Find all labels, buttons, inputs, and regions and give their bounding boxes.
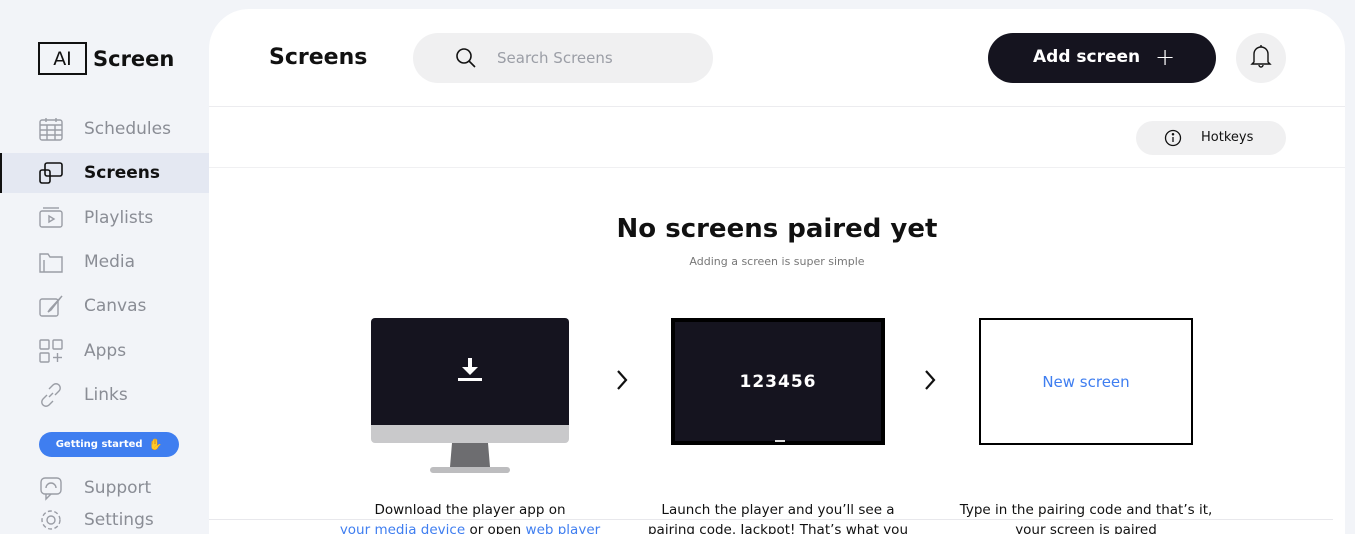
- playlist-icon: [38, 205, 64, 231]
- new-screen-label: New screen: [1042, 372, 1130, 391]
- step3-new-screen-illustration: New screen: [979, 318, 1193, 445]
- hand-icon: ✋: [148, 438, 163, 451]
- sidebar-item-playlists[interactable]: Playlists: [0, 198, 209, 238]
- step3-line1: Type in the pairing code and that’s it,: [959, 502, 1213, 518]
- empty-state-subtitle: Adding a screen is super simple: [689, 255, 865, 268]
- sidebar-item-label: Settings: [84, 510, 154, 530]
- monitor-chin: [371, 425, 569, 443]
- step1-mid: or open: [465, 522, 526, 534]
- apps-icon: [38, 338, 64, 364]
- chevron-right-icon: [614, 369, 630, 395]
- step1-text: Download the player app on your media de…: [330, 500, 610, 534]
- getting-started-button[interactable]: Getting started ✋: [39, 432, 179, 457]
- media-device-link[interactable]: your media device: [340, 522, 465, 534]
- monitor-stand: [450, 443, 490, 467]
- sidebar-item-label: Screens: [84, 163, 160, 183]
- sidebar-item-label: Links: [84, 385, 128, 405]
- step1-monitor-illustration: [371, 318, 569, 478]
- empty-state-title: No screens paired yet: [616, 214, 938, 244]
- toolbar: Hotkeys: [209, 108, 1345, 168]
- step2-line2: pairing code. Jackpot! That’s what you: [647, 522, 908, 534]
- monitor-base: [430, 467, 510, 473]
- getting-started-label: Getting started: [55, 439, 143, 450]
- sidebar-item-label: Schedules: [84, 119, 171, 139]
- logo-mark: AI: [38, 42, 87, 75]
- add-screen-button[interactable]: Add screen +: [988, 33, 1216, 83]
- sidebar-item-label: Playlists: [84, 208, 154, 228]
- sidebar-item-apps[interactable]: Apps: [0, 331, 209, 371]
- step3-line2: your screen is paired: [1015, 522, 1157, 534]
- sidebar-item-links[interactable]: Links: [0, 375, 209, 415]
- page-title: Screens: [269, 45, 368, 70]
- info-icon: [1164, 129, 1182, 151]
- sidebar-item-label: Media: [84, 252, 136, 272]
- calendar-icon: [38, 116, 64, 142]
- search-input[interactable]: [497, 45, 697, 71]
- step1-line2: your media device or open web player: [330, 520, 610, 534]
- pairing-code: 123456: [739, 371, 817, 392]
- sidebar-item-canvas[interactable]: Canvas: [0, 286, 209, 326]
- download-icon: [457, 357, 483, 386]
- sidebar-item-label: Apps: [84, 341, 127, 361]
- sidebar-item-label: Support: [84, 478, 152, 498]
- add-screen-label: Add screen: [1033, 47, 1141, 67]
- support-icon: [38, 475, 64, 501]
- gear-icon: [38, 507, 64, 533]
- plus-icon: +: [1155, 43, 1176, 71]
- folder-icon: [38, 249, 64, 275]
- sidebar-item-media[interactable]: Media: [0, 242, 209, 282]
- step3-text: Type in the pairing code and that’s it, …: [946, 500, 1226, 534]
- chevron-right-icon: [922, 369, 938, 395]
- header: Screens Add screen +: [209, 9, 1345, 107]
- web-player-link[interactable]: web player: [526, 522, 601, 534]
- logo-text: Screen: [93, 46, 175, 71]
- bell-icon: [1250, 44, 1272, 72]
- screens-icon: [38, 160, 64, 186]
- sidebar-item-screens[interactable]: Screens: [0, 153, 209, 193]
- sidebar-item-label: Canvas: [84, 296, 147, 316]
- step1-line1: Download the player app on: [374, 502, 566, 518]
- tv-led: [775, 440, 785, 442]
- sidebar: AI Screen Schedules Screens Playlists Me…: [0, 0, 209, 534]
- logo[interactable]: AI Screen: [38, 42, 174, 75]
- divider: [209, 519, 1333, 520]
- step2-tv-illustration: 123456: [671, 318, 885, 445]
- search-icon: [455, 47, 477, 73]
- step2-text: Launch the player and you’ll see a pairi…: [638, 500, 918, 534]
- hotkeys-label: Hotkeys: [1201, 130, 1254, 145]
- monitor-screen: [371, 318, 569, 425]
- app: AI Screen Schedules Screens Playlists Me…: [0, 0, 1355, 534]
- canvas-icon: [38, 293, 64, 319]
- step2-line1: Launch the player and you’ll see a: [661, 502, 895, 518]
- hotkeys-button[interactable]: Hotkeys: [1136, 121, 1286, 155]
- link-icon: [38, 382, 64, 408]
- sidebar-item-schedules[interactable]: Schedules: [0, 109, 209, 149]
- search-box[interactable]: [413, 33, 713, 83]
- sidebar-item-settings[interactable]: Settings: [0, 500, 209, 534]
- notifications-button[interactable]: [1236, 33, 1286, 83]
- main-panel: Screens Add screen +: [209, 9, 1345, 534]
